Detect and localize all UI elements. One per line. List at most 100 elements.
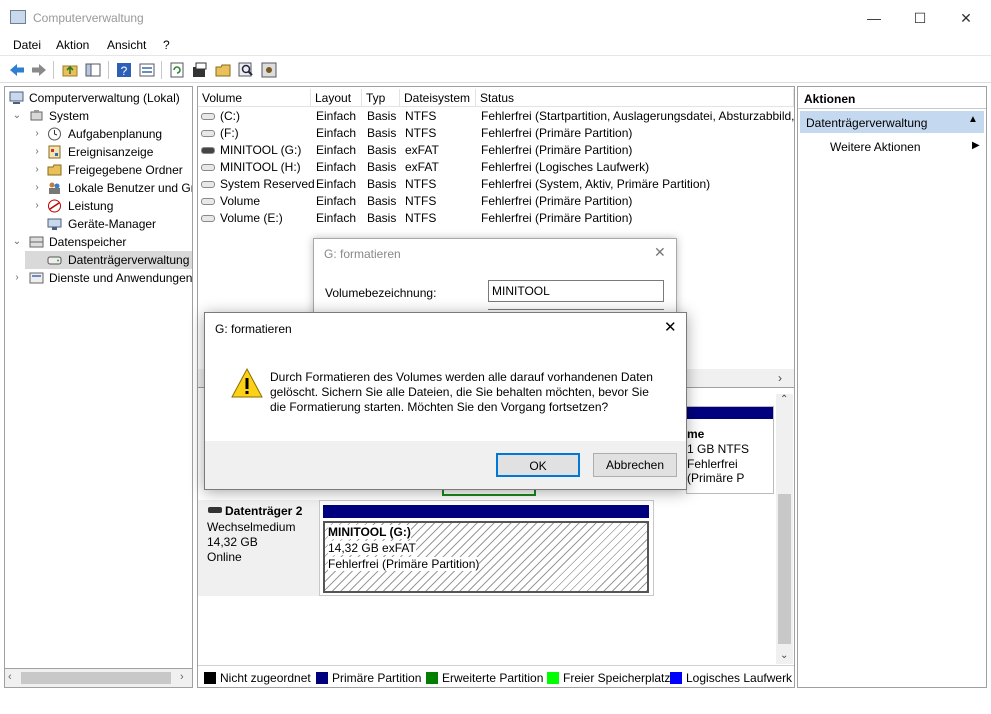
disk2-state: Online <box>207 550 242 564</box>
forward-arrow-icon[interactable] <box>30 61 48 79</box>
menu-aktion[interactable]: Aktion <box>56 38 89 52</box>
actions-section-datentraegerverwaltung[interactable]: Datenträgerverwaltung ▲ <box>800 111 984 133</box>
dialog-button-bar: OK Abbrechen <box>205 441 686 489</box>
storage-icon <box>29 236 44 248</box>
volume-row[interactable]: Volume Einfach Basis NTFS Fehlerfrei (Pr… <box>198 193 794 210</box>
menu-ansicht[interactable]: Ansicht <box>107 38 146 52</box>
format-dialog-title: G: formatieren <box>324 247 401 261</box>
chevron-right-icon[interactable]: › <box>31 197 43 215</box>
tree-node-leistung[interactable]: › Leistung <box>7 197 192 215</box>
chevron-down-icon[interactable]: ⌄ <box>11 107 23 125</box>
tree-node-ereignisanzeige[interactable]: › Ereignisanzeige <box>7 143 192 161</box>
confirm-dialog-title: G: formatieren <box>215 322 292 336</box>
partition-bar <box>687 407 773 419</box>
close-button[interactable]: ✕ <box>943 0 989 36</box>
tree-node-aufgabenplanung[interactable]: › Aufgabenplanung <box>7 125 192 143</box>
show-hide-tree-icon[interactable] <box>84 61 102 79</box>
tools-icon <box>30 110 43 121</box>
partition-status: Fehlerfrei (Primäre P <box>687 457 745 485</box>
tree-horizontal-scrollbar[interactable]: ‹ › <box>4 668 193 688</box>
volume-label-input[interactable]: MINITOOL <box>488 280 664 302</box>
legend-item: Primäre Partition <box>316 671 426 685</box>
search-icon[interactable] <box>237 61 255 79</box>
file-system-select[interactable] <box>488 309 664 311</box>
volume-row[interactable]: (F:) Einfach Basis NTFS Fehlerfrei (Prim… <box>198 125 794 142</box>
performance-icon <box>48 199 61 213</box>
volume-row[interactable]: System Reserved Einfach Basis NTFS Fehle… <box>198 176 794 193</box>
scroll-left-icon[interactable]: ‹ <box>8 671 12 683</box>
column-header-dateisystem[interactable]: Dateisystem <box>400 89 476 107</box>
collapse-up-icon[interactable]: ▲ <box>968 114 978 125</box>
tree-node-system[interactable]: ⌄ System <box>7 107 192 125</box>
cancel-button[interactable]: Abbrechen <box>593 453 677 477</box>
help-icon[interactable]: ? <box>115 61 133 79</box>
drive-icon <box>201 181 215 188</box>
actions-pane: Aktionen Datenträgerverwaltung ▲ Weitere… <box>797 86 987 688</box>
tree-node-lokale-benutzer[interactable]: › Lokale Benutzer und Gruppen <box>7 179 192 197</box>
partition-size: 1 GB NTFS <box>687 442 750 456</box>
minimize-button[interactable]: — <box>851 0 897 36</box>
close-icon[interactable]: ✕ <box>654 244 666 261</box>
scroll-up-icon[interactable]: ⌃ <box>780 394 788 405</box>
shared-folder-icon <box>47 164 62 176</box>
confirm-message-line-1: Durch Formatieren des Volumes werden all… <box>270 370 653 384</box>
event-viewer-icon <box>48 145 61 159</box>
actions-header: Aktionen <box>798 87 986 109</box>
tree-node-dienste[interactable]: › Dienste und Anwendungen <box>7 269 192 287</box>
tree-node-datenspeicher[interactable]: ⌄ Datenspeicher <box>7 233 192 251</box>
scrollbar-thumb[interactable] <box>778 494 791 644</box>
chevron-right-icon[interactable]: › <box>31 143 43 161</box>
refresh-icon[interactable] <box>168 61 186 79</box>
legend-item: Freier Speicherplatz <box>547 671 670 685</box>
drive-icon <box>201 164 215 171</box>
ok-button[interactable]: OK <box>496 453 580 477</box>
partition-minitool-g[interactable]: MINITOOL (G:) 14,32 GB exFAT Fehlerfrei … <box>323 521 649 593</box>
disk-pane-vertical-scrollbar[interactable]: ⌃ ⌄ <box>776 394 793 664</box>
volume-row[interactable]: MINITOOL (G:) Einfach Basis exFAT Fehler… <box>198 142 794 159</box>
chevron-right-icon[interactable]: › <box>31 125 43 143</box>
back-arrow-icon[interactable] <box>8 61 26 79</box>
column-header-typ[interactable]: Typ <box>362 89 400 107</box>
volume-row[interactable]: Volume (E:) Einfach Basis NTFS Fehlerfre… <box>198 210 794 227</box>
tree-node-freigegebene-ordner[interactable]: › Freigegebene Ordner <box>7 161 192 179</box>
scrollbar-thumb[interactable] <box>21 672 171 684</box>
chevron-right-icon[interactable]: › <box>31 179 43 197</box>
chevron-right-icon[interactable]: › <box>11 269 23 287</box>
partition-size: 14,32 GB exFAT <box>328 541 416 555</box>
chevron-down-icon[interactable]: ⌄ <box>11 233 23 251</box>
volume-row[interactable]: (C:) Einfach Basis NTFS Fehlerfrei (Star… <box>198 108 794 125</box>
tree-node-geraete-manager[interactable]: Geräte-Manager <box>7 215 192 233</box>
maximize-button[interactable]: ☐ <box>897 0 943 36</box>
settings-icon[interactable] <box>260 61 278 79</box>
up-folder-icon[interactable] <box>61 61 79 79</box>
disk2-info[interactable]: Datenträger 2 Wechselmedium 14,32 GB Onl… <box>198 500 320 596</box>
volume-row[interactable]: MINITOOL (H:) Einfach Basis exFAT Fehler… <box>198 159 794 176</box>
open-folder-icon[interactable] <box>214 61 232 79</box>
tree-node-root[interactable]: Computerverwaltung (Lokal) <box>7 89 192 107</box>
scroll-down-icon[interactable]: ⌄ <box>780 650 788 661</box>
tree-node-datentraegerverwaltung[interactable]: Datenträgerverwaltung <box>25 251 192 269</box>
submenu-arrow-icon: ▶ <box>972 140 980 151</box>
disk2-size: 14,32 GB <box>207 535 258 549</box>
disk2-type: Wechselmedium <box>207 520 296 534</box>
column-header-status[interactable]: Status <box>476 89 794 107</box>
close-icon[interactable]: ✕ <box>664 318 677 336</box>
drive-icon <box>201 130 215 137</box>
drive-icon <box>201 198 215 205</box>
legend-swatch <box>547 672 559 684</box>
menu-datei[interactable]: Datei <box>13 38 41 52</box>
column-header-layout[interactable]: Layout <box>311 89 362 107</box>
drive-icon <box>201 113 215 120</box>
menu-help[interactable]: ? <box>163 38 170 52</box>
drive-icon <box>201 215 215 222</box>
scroll-right-icon[interactable]: › <box>778 371 782 385</box>
action-weitere-aktionen[interactable]: Weitere Aktionen ▶ <box>800 137 984 157</box>
scroll-right-icon[interactable]: › <box>180 671 184 683</box>
chevron-right-icon[interactable]: › <box>31 161 43 179</box>
column-header-volume[interactable]: Volume <box>198 89 311 107</box>
action-label: Weitere Aktionen <box>830 140 921 154</box>
legend-swatch <box>670 672 682 684</box>
export-icon[interactable] <box>191 61 209 79</box>
partition-block[interactable]: me 1 GB NTFS Fehlerfrei (Primäre P <box>686 406 774 494</box>
properties-icon[interactable] <box>138 61 156 79</box>
